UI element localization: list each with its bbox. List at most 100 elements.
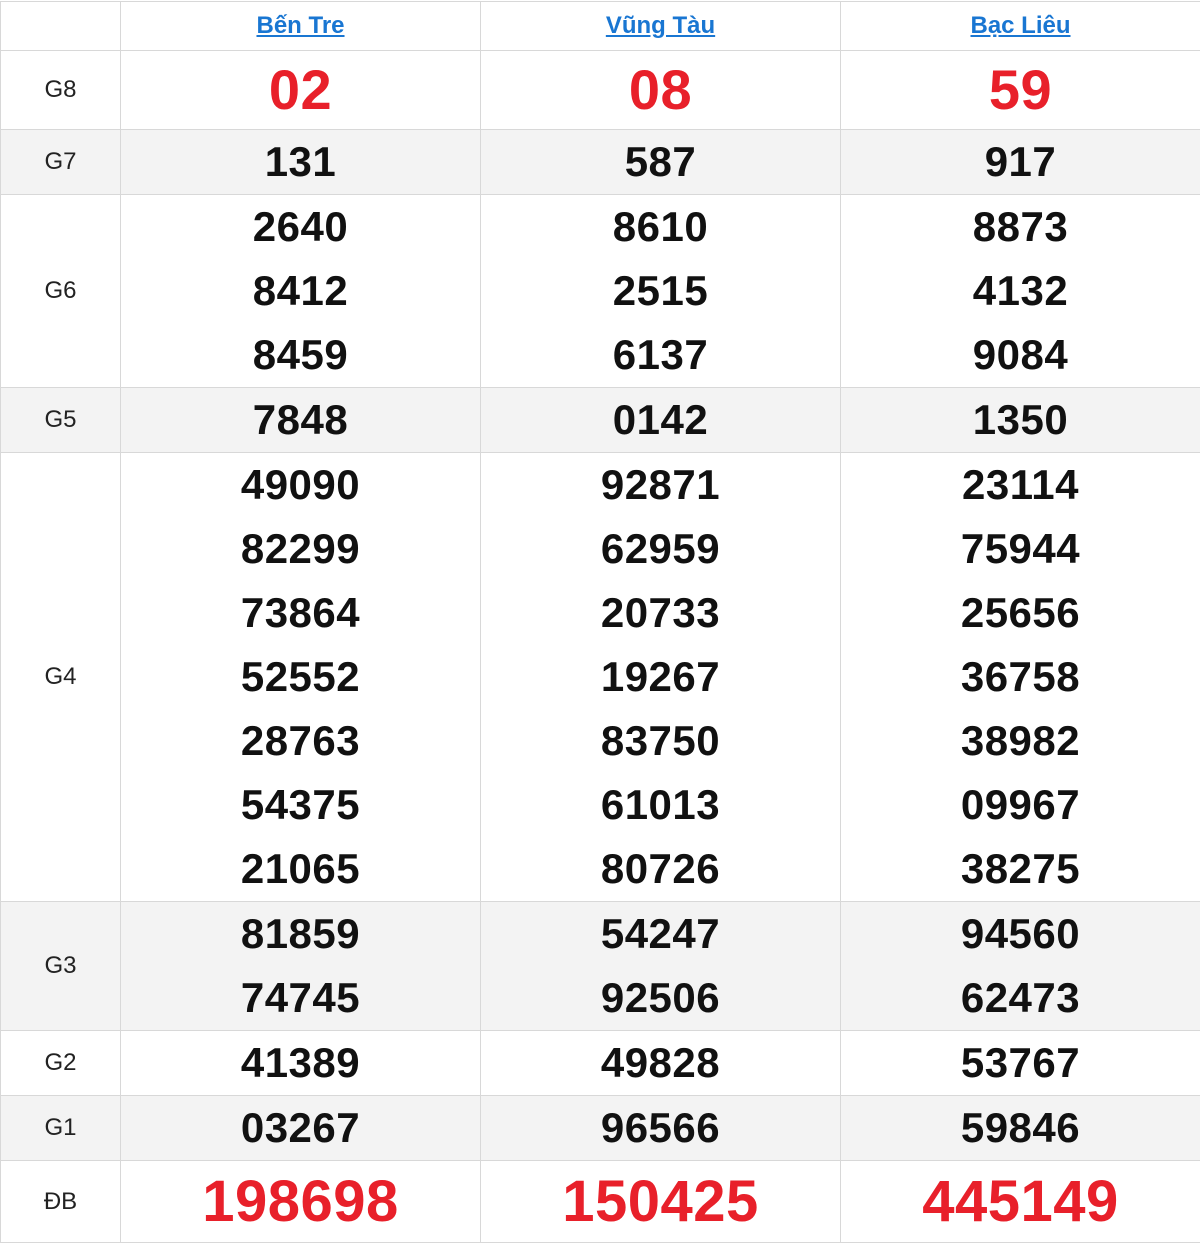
result-number: 52552 xyxy=(121,645,480,709)
result-cell: 23114 75944 25656 36758 38982 09967 3827… xyxy=(841,453,1200,902)
result-cell: 08 xyxy=(481,51,841,130)
result-number: 445149 xyxy=(841,1161,1200,1242)
prize-label-g1: G1 xyxy=(1,1096,121,1161)
result-number: 36758 xyxy=(841,645,1200,709)
result-number: 21065 xyxy=(121,837,480,901)
result-number: 587 xyxy=(481,130,840,194)
prize-label-g8: G8 xyxy=(1,51,121,130)
result-cell: 59 xyxy=(841,51,1200,130)
result-cell: 587 xyxy=(481,130,841,195)
result-number: 81859 xyxy=(121,902,480,966)
result-number: 8873 xyxy=(841,195,1200,259)
province-link-vung-tau[interactable]: Vũng Tàu xyxy=(606,12,715,39)
header-row: Bến Tre Vũng Tàu Bạc Liêu xyxy=(1,2,1200,51)
prize-row-g8: G8 02 08 59 xyxy=(1,51,1200,130)
result-number: 80726 xyxy=(481,837,840,901)
result-number: 92871 xyxy=(481,453,840,517)
result-number: 62473 xyxy=(841,966,1200,1030)
result-cell: 8610 2515 6137 xyxy=(481,195,841,388)
result-number: 8459 xyxy=(121,323,480,387)
prize-row-special: ĐB 198698 150425 445149 xyxy=(1,1161,1200,1243)
result-number: 1350 xyxy=(841,388,1200,452)
province-header-bac-lieu: Bạc Liêu xyxy=(841,2,1200,51)
prize-row-g7: G7 131 587 917 xyxy=(1,130,1200,195)
result-cell: 54247 92506 xyxy=(481,902,841,1031)
prize-row-g2: G2 41389 49828 53767 xyxy=(1,1031,1200,1096)
result-number: 49828 xyxy=(481,1031,840,1095)
result-cell: 03267 xyxy=(121,1096,481,1161)
prize-label-g5: G5 xyxy=(1,388,121,453)
result-number: 6137 xyxy=(481,323,840,387)
result-cell: 81859 74745 xyxy=(121,902,481,1031)
province-link-bac-lieu[interactable]: Bạc Liêu xyxy=(970,12,1070,39)
prize-row-g1: G1 03267 96566 59846 xyxy=(1,1096,1200,1161)
result-cell: 2640 8412 8459 xyxy=(121,195,481,388)
province-link-ben-tre[interactable]: Bến Tre xyxy=(256,12,344,39)
result-number: 23114 xyxy=(841,453,1200,517)
prize-label-g7: G7 xyxy=(1,130,121,195)
result-number: 20733 xyxy=(481,581,840,645)
result-number: 75944 xyxy=(841,517,1200,581)
result-cell: 94560 62473 xyxy=(841,902,1200,1031)
result-number: 28763 xyxy=(121,709,480,773)
prize-row-g5: G5 7848 0142 1350 xyxy=(1,388,1200,453)
result-number: 38982 xyxy=(841,709,1200,773)
result-cell: 02 xyxy=(121,51,481,130)
header-corner xyxy=(1,2,121,51)
result-cell: 917 xyxy=(841,130,1200,195)
result-number: 74745 xyxy=(121,966,480,1030)
result-number: 9084 xyxy=(841,323,1200,387)
result-cell: 41389 xyxy=(121,1031,481,1096)
result-number: 02 xyxy=(121,51,480,129)
result-cell: 92871 62959 20733 19267 83750 61013 8072… xyxy=(481,453,841,902)
result-number: 8610 xyxy=(481,195,840,259)
result-cell: 7848 xyxy=(121,388,481,453)
result-number: 150425 xyxy=(481,1161,840,1242)
result-number: 38275 xyxy=(841,837,1200,901)
result-number: 92506 xyxy=(481,966,840,1030)
result-cell: 96566 xyxy=(481,1096,841,1161)
prize-label-g6: G6 xyxy=(1,195,121,388)
result-number: 19267 xyxy=(481,645,840,709)
result-number: 73864 xyxy=(121,581,480,645)
result-number: 41389 xyxy=(121,1031,480,1095)
prize-label-special: ĐB xyxy=(1,1161,121,1243)
result-number: 59 xyxy=(841,51,1200,129)
result-number: 4132 xyxy=(841,259,1200,323)
result-cell: 1350 xyxy=(841,388,1200,453)
result-number: 53767 xyxy=(841,1031,1200,1095)
result-number: 2640 xyxy=(121,195,480,259)
province-header-ben-tre: Bến Tre xyxy=(121,2,481,51)
result-cell: 445149 xyxy=(841,1161,1200,1243)
result-number: 25656 xyxy=(841,581,1200,645)
result-number: 08 xyxy=(481,51,840,129)
prize-row-g4: G4 49090 82299 73864 52552 28763 54375 2… xyxy=(1,453,1200,902)
result-number: 59846 xyxy=(841,1096,1200,1160)
result-number: 2515 xyxy=(481,259,840,323)
province-header-vung-tau: Vũng Tàu xyxy=(481,2,841,51)
result-cell: 131 xyxy=(121,130,481,195)
result-number: 03267 xyxy=(121,1096,480,1160)
result-cell: 150425 xyxy=(481,1161,841,1243)
result-cell: 53767 xyxy=(841,1031,1200,1096)
result-cell: 49090 82299 73864 52552 28763 54375 2106… xyxy=(121,453,481,902)
result-number: 0142 xyxy=(481,388,840,452)
result-number: 7848 xyxy=(121,388,480,452)
result-number: 8412 xyxy=(121,259,480,323)
result-number: 49090 xyxy=(121,453,480,517)
prize-label-g4: G4 xyxy=(1,453,121,902)
result-cell: 0142 xyxy=(481,388,841,453)
result-number: 62959 xyxy=(481,517,840,581)
result-number: 131 xyxy=(121,130,480,194)
result-number: 94560 xyxy=(841,902,1200,966)
result-number: 54247 xyxy=(481,902,840,966)
result-cell: 59846 xyxy=(841,1096,1200,1161)
result-number: 54375 xyxy=(121,773,480,837)
prize-label-g3: G3 xyxy=(1,902,121,1031)
result-number: 09967 xyxy=(841,773,1200,837)
prize-label-g2: G2 xyxy=(1,1031,121,1096)
lottery-results-table: Bến Tre Vũng Tàu Bạc Liêu G8 02 08 59 G7… xyxy=(0,1,1200,1243)
result-number: 917 xyxy=(841,130,1200,194)
result-number: 198698 xyxy=(121,1161,480,1242)
prize-row-g6: G6 2640 8412 8459 8610 2515 6137 8873 41… xyxy=(1,195,1200,388)
